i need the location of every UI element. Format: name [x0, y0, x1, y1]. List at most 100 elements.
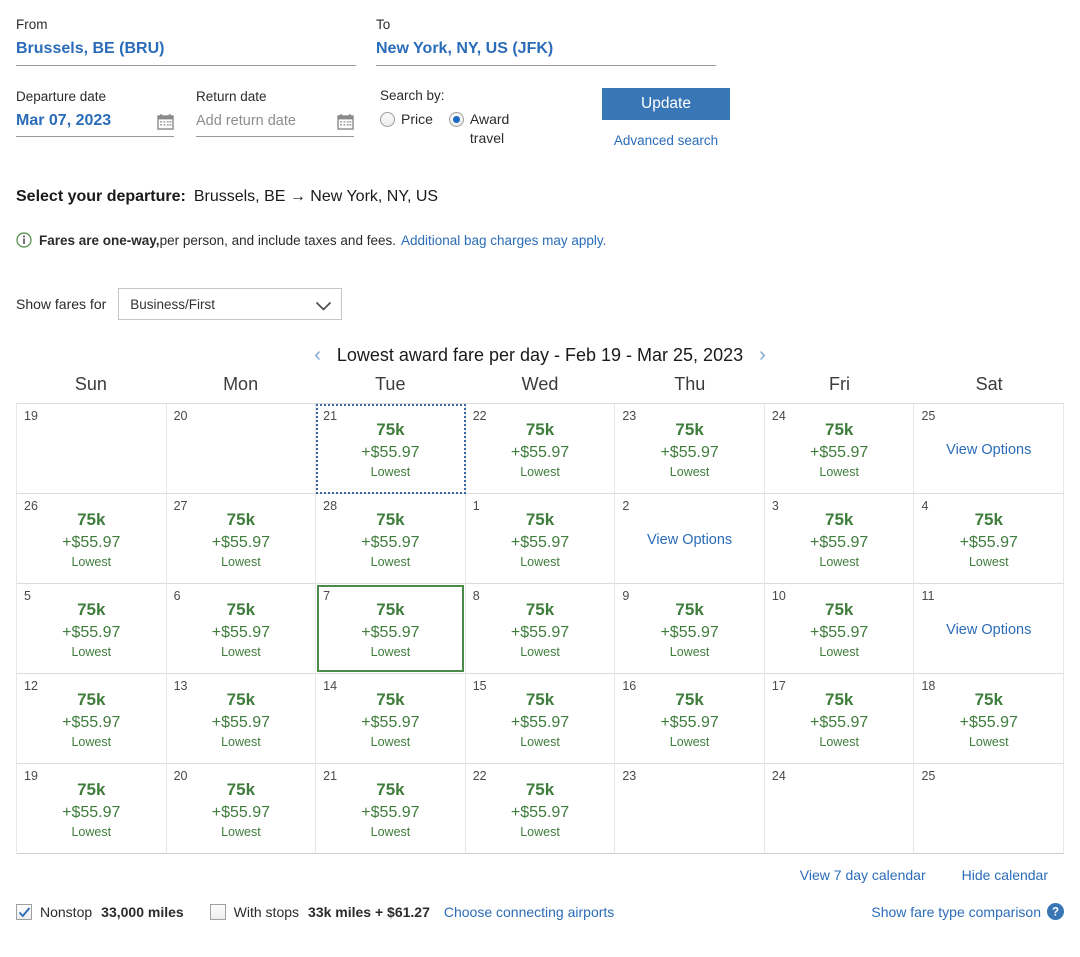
radio-option-price[interactable]: Price [380, 110, 433, 148]
fare-info: 75k +$55.97 Lowest [316, 598, 465, 661]
with-stops-value: 33k miles + $61.27 [308, 903, 430, 920]
fare-lowest-label: Lowest [819, 645, 859, 659]
calendar-day-cell[interactable]: 18 75k +$55.97 Lowest [914, 674, 1065, 764]
calendar-day-cell[interactable]: 26 75k +$55.97 Lowest [17, 494, 167, 584]
radio-option-award-travel[interactable]: Award travel [448, 110, 532, 148]
calendar-day-cell[interactable]: 19 75k +$55.97 Lowest [17, 764, 167, 854]
fare-taxes: +$55.97 [211, 534, 270, 551]
calendar-day-cell[interactable]: 27 75k +$55.97 Lowest [166, 494, 317, 584]
fare-taxes: +$55.97 [361, 714, 420, 731]
fare-miles: 75k [675, 690, 704, 709]
to-field[interactable]: To New York, NY, US (JFK) [376, 16, 716, 66]
fare-info: 75k +$55.97 Lowest [765, 688, 914, 751]
calendar-day-cell[interactable]: 13 75k +$55.97 Lowest [166, 674, 317, 764]
fare-info: 75k +$55.97 Lowest [615, 598, 764, 661]
fare-lowest-label: Lowest [819, 465, 859, 479]
calendar-day-cell[interactable]: 8 75k +$55.97 Lowest [465, 584, 616, 674]
view-options-link[interactable]: View Options [914, 442, 1063, 458]
page-title: Select your departure: Brussels, BE → New… [16, 188, 1080, 206]
fare-miles: 75k [824, 510, 854, 529]
nonstop-filter[interactable]: Nonstop 33,000 miles [16, 903, 184, 920]
calendar-week-row: 26 75k +$55.97 Lowest 27 75k +$55.97 Lowest 28 75… [17, 494, 1065, 584]
update-button[interactable]: Update [602, 88, 730, 120]
fare-lowest-label: Lowest [520, 645, 560, 659]
choose-connecting-airports-link[interactable]: Choose connecting airports [444, 904, 614, 920]
fare-info: 75k +$55.97 Lowest [316, 778, 465, 841]
calendar-day-cell[interactable]: 1 75k +$55.97 Lowest [465, 494, 616, 584]
calendar-day-cell[interactable]: 9 75k +$55.97 Lowest [615, 584, 765, 674]
departure-date-field[interactable]: Departure date Mar 07, 2023 [16, 88, 174, 137]
calendar-day-cell[interactable]: 22 75k +$55.97 Lowest [465, 404, 616, 494]
calendar-day-cell[interactable]: 16 75k +$55.97 Lowest [615, 674, 765, 764]
calendar-day-cell[interactable]: 6 75k +$55.97 Lowest [166, 584, 317, 674]
calendar-day-cell[interactable]: 10 75k +$55.97 Lowest [764, 584, 915, 674]
fare-taxes: +$55.97 [510, 714, 570, 731]
fare-calendar: ‹ Lowest award fare per day - Feb 19 - M… [16, 342, 1065, 883]
view-7-day-calendar-link[interactable]: View 7 day calendar [800, 867, 926, 883]
select-departure-label: Select your departure: [16, 188, 186, 205]
calendar-day-cell[interactable]: 25 View Options [914, 404, 1065, 494]
calendar-day-cell[interactable]: 3 75k +$55.97 Lowest [764, 494, 915, 584]
fare-taxes: +$55.97 [62, 714, 121, 731]
radio-price-icon[interactable] [380, 112, 395, 127]
return-date-input[interactable]: Add return date [196, 110, 296, 132]
calendar-day-cell[interactable]: 24 75k +$55.97 Lowest [764, 404, 915, 494]
fare-miles: 75k [824, 690, 854, 709]
calendar-day-cell[interactable]: 28 75k +$55.97 Lowest [316, 494, 466, 584]
fare-lowest-label: Lowest [520, 735, 560, 749]
fare-lowest-label: Lowest [520, 825, 560, 839]
next-week-arrow[interactable]: › [743, 345, 782, 365]
calendar-day-cell[interactable]: 21 75k +$55.97 Lowest [316, 404, 466, 494]
show-fares-for-group: Show fares for Business/First [16, 288, 1080, 320]
fare-miles: 75k [226, 780, 256, 799]
calendar-day-cell[interactable]: 17 75k +$55.97 Lowest [764, 674, 915, 764]
fare-lowest-label: Lowest [221, 555, 261, 569]
show-fare-type-comparison-link[interactable]: Show fare type comparison [871, 904, 1041, 920]
route-text: Brussels, BE → New York, NY, US [193, 188, 439, 205]
calendar-day-cell: 20 [166, 404, 317, 494]
day-of-week-tue: Tue [375, 374, 406, 394]
fare-class-select[interactable]: Business/First [118, 288, 343, 320]
calendar-day-cell[interactable]: 4 75k +$55.97 Lowest [914, 494, 1065, 584]
return-date-field[interactable]: Return date Add return date [196, 88, 354, 137]
fare-lowest-label: Lowest [819, 555, 859, 569]
day-of-week-fri: Fri [828, 374, 850, 394]
calendar-day-cell[interactable]: 20 75k +$55.97 Lowest [166, 764, 317, 854]
radio-award-travel-icon[interactable] [448, 112, 464, 127]
view-options-link[interactable]: View Options [914, 622, 1063, 638]
calendar-day-cell[interactable]: 21 75k +$55.97 Lowest [316, 764, 466, 854]
calendar-day-cell[interactable]: 2 View Options [615, 494, 765, 584]
calendar-day-cell[interactable]: 15 75k +$55.97 Lowest [465, 674, 616, 764]
calendar-day-cell[interactable]: 22 75k +$55.97 Lowest [465, 764, 616, 854]
to-input[interactable]: New York, NY, US (JFK) [376, 38, 716, 66]
calendar-day-cell[interactable]: 14 75k +$55.97 Lowest [316, 674, 466, 764]
fare-miles: 75k [376, 510, 405, 529]
from-field[interactable]: From Brussels, BE (BRU) [16, 16, 356, 66]
help-question-icon[interactable]: ? [1047, 903, 1064, 920]
fare-info: 75k +$55.97 Lowest [17, 688, 166, 751]
bag-charges-link[interactable]: Additional bag charges may apply. [401, 233, 606, 248]
calendar-icon[interactable] [337, 113, 354, 130]
with-stops-checkbox[interactable] [209, 903, 226, 920]
nonstop-checkbox[interactable] [16, 903, 32, 920]
previous-week-arrow[interactable]: ‹ [298, 345, 337, 365]
departure-date-input[interactable]: Mar 07, 2023 [16, 110, 111, 132]
fare-lowest-label: Lowest [968, 735, 1009, 749]
hide-calendar-link[interactable]: Hide calendar [962, 867, 1048, 883]
fare-taxes: +$55.97 [660, 714, 719, 731]
fare-info: 75k +$55.97 Lowest [167, 778, 316, 841]
chevron-down-icon [315, 299, 332, 311]
fare-miles: 75k [824, 420, 854, 439]
from-input[interactable]: Brussels, BE (BRU) [16, 38, 356, 66]
calendar-day-cell[interactable]: 11 View Options [914, 584, 1065, 674]
calendar-day-cell[interactable]: 7 75k +$55.97 Lowest [316, 584, 466, 674]
with-stops-filter[interactable]: With stops 33k miles + $61.27 Choose con… [209, 903, 614, 920]
advanced-search-link[interactable]: Advanced search [614, 133, 718, 148]
view-options-link[interactable]: View Options [615, 532, 764, 548]
calendar-day-cell[interactable]: 23 75k +$55.97 Lowest [615, 404, 765, 494]
fare-lowest-label: Lowest [669, 465, 710, 479]
calendar-day-cell[interactable]: 5 75k +$55.97 Lowest [17, 584, 167, 674]
calendar-day-cell[interactable]: 12 75k +$55.97 Lowest [17, 674, 167, 764]
fare-miles: 75k [525, 600, 555, 619]
calendar-icon[interactable] [157, 113, 174, 130]
